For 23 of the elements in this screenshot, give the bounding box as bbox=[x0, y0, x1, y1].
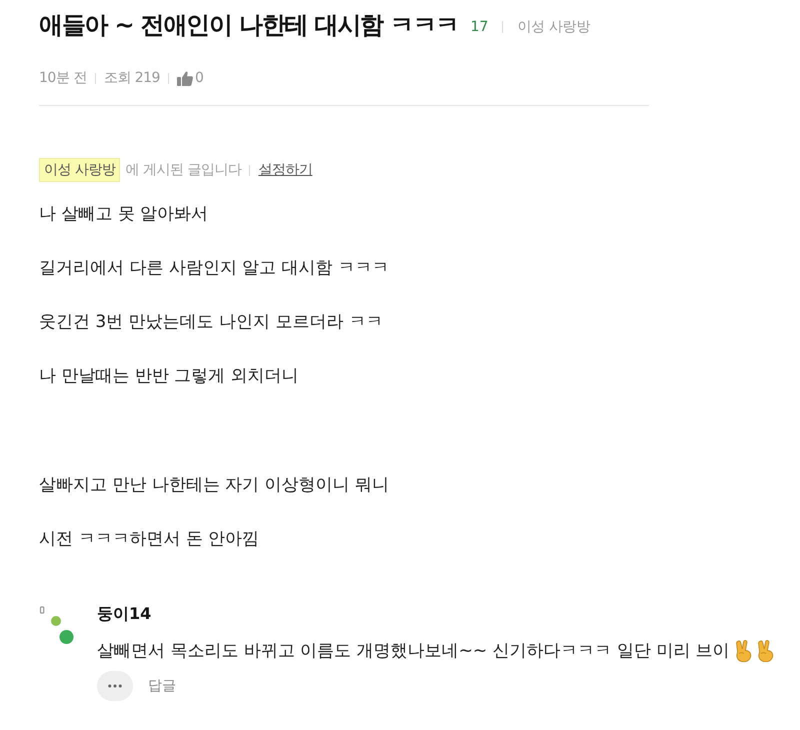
post-title: 애들아 ~ 전애인이 나한테 대시함 ㅋㅋㅋ bbox=[39, 10, 458, 40]
more-button[interactable] bbox=[97, 671, 133, 701]
victory-hand-icon bbox=[734, 640, 752, 662]
board-notice-text: 에 게시된 글입니다 bbox=[125, 161, 242, 179]
more-icon bbox=[108, 684, 122, 688]
view-count: 조회 219 bbox=[104, 69, 160, 87]
thumbs-up-icon[interactable] bbox=[176, 70, 193, 86]
victory-hand-icon bbox=[756, 640, 774, 662]
comment-text: 살빼면서 목소리도 바뀌고 이름도 개명했나보네~~ 신기하다ㅋㅋㅋ 일단 미리 브이 bbox=[97, 640, 730, 662]
post-paragraph: 길거리에서 다른 사람인지 알고 대시함 ㅋㅋㅋ bbox=[39, 257, 390, 280]
post-paragraph: 나 살빼고 못 알아봐서 bbox=[39, 203, 208, 226]
board-badge[interactable]: 이성 사랑방 bbox=[39, 158, 120, 182]
like-count: 0 bbox=[194, 70, 204, 86]
post-time: 10분 전 bbox=[39, 69, 87, 87]
comment-count[interactable]: 17 bbox=[470, 18, 488, 34]
post-paragraph: 나 만날때는 반반 그렇게 외치더니 bbox=[39, 365, 299, 388]
settings-link[interactable]: 설정하기 bbox=[258, 161, 312, 179]
avatar-icon bbox=[39, 606, 74, 646]
post-paragraph: 살빠지고 만난 나한테는 자기 이상형이니 뭐니 bbox=[39, 474, 390, 497]
comment-author[interactable]: 둥이14 bbox=[97, 603, 152, 625]
reply-link[interactable]: 답글 bbox=[148, 677, 176, 695]
post-paragraph: 시전 ㅋㅋㅋ하면서 돈 안아낌 bbox=[39, 528, 260, 551]
post-paragraph: 웃긴건 3번 만났는데도 나인지 모르더라 ㅋㅋ bbox=[39, 311, 383, 334]
